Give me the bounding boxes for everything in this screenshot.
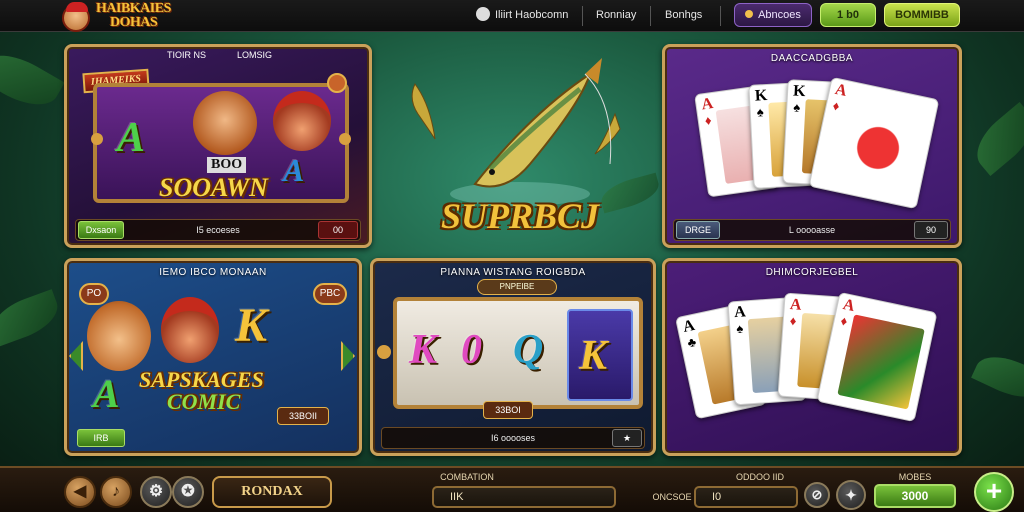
playing-card: A ♦ [808, 76, 940, 210]
pirate-face-icon [161, 297, 219, 363]
game-tile-cards[interactable]: DAACCADGBBA A ♦ K ♠ K ♠ A ♦ DRGE L ooooasse … [662, 44, 962, 248]
game-title-word2: COMIC [167, 389, 241, 414]
conv-field[interactable]: IIK [432, 486, 616, 508]
featured-title: SUPRBCJ [440, 196, 600, 236]
chip-icon[interactable]: ✪ [172, 476, 204, 508]
game-tile-roigbda[interactable]: PIANNA WISTANG ROIGBDA PNPEIBE K 0 Q K 3… [370, 258, 656, 456]
jungle-leaf-decor [0, 289, 65, 347]
game-tile-dhimcor[interactable]: DHIMCORJEGBEL A ♣ A ♠ A ♦ A ♦ [662, 258, 962, 456]
logo-text-line2: DOHAS [110, 15, 158, 30]
tile-title: IEMO IBCO MONAAN [159, 267, 267, 278]
account-dot-icon [745, 10, 754, 18]
tile-label-left: TIOIR NS [167, 50, 207, 60]
bet-badge[interactable]: 00 [318, 221, 358, 239]
reel-sub-text: BOO [207, 157, 247, 173]
game-tile-sapskages[interactable]: IEMO IBCO MONAAN PO PBC K A SAPSKAGES CO… [64, 258, 362, 456]
reel-settings-icon[interactable]: ⚙ [140, 476, 172, 508]
jungle-leaf-decor [965, 101, 1024, 177]
game-tile-soowan[interactable]: TIOIR NS LOMSIG IHAMEIKS A BOO A SOOAWN … [64, 44, 372, 248]
reel-symbol-a: A [117, 115, 146, 161]
bet-caption: ONCSOE [652, 492, 692, 502]
brand-logo[interactable]: HAIBKAIES DOHAS [58, 2, 198, 32]
score-badge: 33BOI [483, 401, 533, 419]
conv-label: COMBATION [440, 472, 494, 482]
nav-item-ronniay[interactable]: Ronniay [596, 0, 636, 32]
tile-title: DAACCADGBBA [770, 53, 854, 64]
bet-field[interactable]: I0 [694, 486, 798, 508]
bet-badge[interactable]: 90 [914, 221, 948, 239]
reel-symbol-a2: A [283, 152, 305, 188]
round-button[interactable]: RONDAX [212, 476, 332, 508]
game-lobby: HAIBKAIES DOHAS Iliirt Haobcomn Ronniay … [0, 0, 1024, 512]
reel-frame: K 0 Q K [393, 297, 643, 409]
reel-banner: PNPEIBE [477, 279, 557, 295]
rivet-icon [91, 133, 103, 145]
rivet-icon [339, 133, 351, 145]
credit-field[interactable]: 3000 [874, 484, 956, 508]
tile-footer-text: I6 ooooses [490, 433, 536, 443]
tile-title: DHIMCORJEGBEL [765, 267, 859, 278]
arrow-right-icon[interactable] [341, 341, 355, 371]
favorite-star-icon[interactable]: ★ [612, 429, 642, 447]
jungle-leaf-decor [0, 42, 65, 118]
odd-label: ODDOO IID [735, 472, 784, 482]
reel-symbol-q: Q [513, 327, 544, 373]
jungle-leaf-decor [971, 346, 1024, 408]
tile-footer: I6 ooooses ★ [381, 427, 645, 449]
cancel-icon[interactable]: ⊘ [804, 482, 830, 508]
top-bar: HAIBKAIES DOHAS Iliirt Haobcomn Ronniay … [0, 0, 1024, 32]
tile-footer-text: L ooooasse [788, 225, 836, 235]
promo-button[interactable]: BOMMIBB [884, 3, 960, 27]
mascot-icon [62, 2, 90, 32]
tile-footer: DRGE L ooooasse 90 [673, 219, 951, 241]
arrow-left-icon[interactable] [69, 341, 83, 371]
user-icon [476, 7, 490, 22]
reel-symbol-k: K [409, 327, 438, 373]
nav-user[interactable]: Iliirt Haobcomn [476, 0, 568, 32]
badge-right: PBC [313, 283, 347, 305]
nav-divider [650, 6, 651, 26]
logo-text-line1: HAIBKAIES [96, 1, 171, 16]
character-face-icon [193, 91, 257, 155]
nav-user-label: Iliirt Haobcomn [495, 9, 569, 21]
back-arrow-icon[interactable]: ◀ [64, 476, 96, 508]
reel-symbol-k: K [235, 299, 268, 352]
nav-item-bonhgs[interactable]: Bonhgs [665, 0, 702, 32]
account-button[interactable]: Abncoes [734, 3, 812, 27]
score-badge: 33BOII [277, 407, 329, 425]
balance-button[interactable]: 1 b0 [820, 3, 876, 27]
mobes-label: MOBES [898, 472, 932, 482]
character-face-icon [87, 301, 151, 371]
game-title-word: SOOAWN [159, 173, 268, 202]
badge-left: PO [79, 283, 109, 305]
pirate-face-icon [273, 91, 331, 151]
add-credit-button[interactable]: + [974, 472, 1014, 512]
tile-footer: Dxsaon I5 ecoeses 00 [75, 219, 361, 241]
card-symbol: K [567, 309, 633, 401]
play-button[interactable]: IRB [77, 429, 125, 447]
reel-symbol-a: A [93, 371, 120, 416]
reel-symbol-o: 0 [461, 327, 482, 373]
reel-symbol-k2: K [579, 333, 608, 379]
tile-label-right: LOMSIG [237, 50, 273, 60]
badge-icon [327, 73, 347, 93]
tile-title: PIANNA WISTANG ROIGBDA [440, 267, 586, 278]
nav-divider [720, 6, 721, 26]
spin-icon[interactable]: ✦ [836, 480, 866, 510]
bottom-bar: ◀ ♪ ⚙ ✪ RONDAX COMBATION IIK ODDOO IID O… [0, 466, 1024, 512]
playing-card: A ♦ [816, 291, 938, 423]
sound-icon[interactable]: ♪ [100, 476, 132, 508]
nav-divider [582, 6, 583, 26]
rivet-icon [377, 345, 391, 359]
account-label: Abncoes [758, 9, 801, 21]
